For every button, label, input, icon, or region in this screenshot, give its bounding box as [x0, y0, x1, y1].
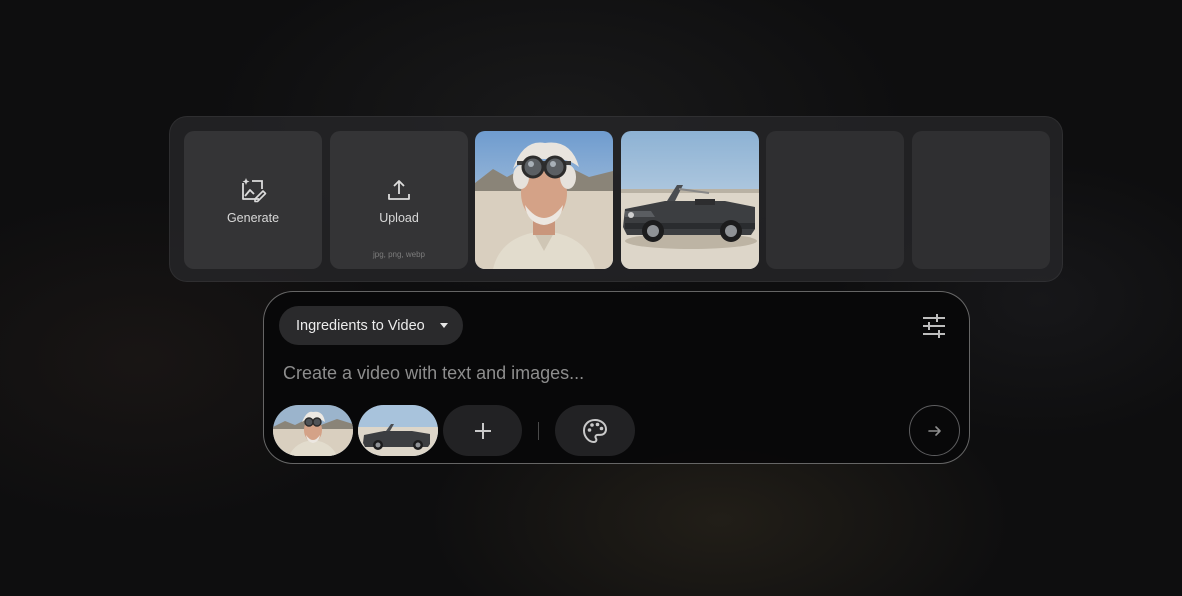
palette-icon — [583, 418, 607, 443]
convertible-car-image — [621, 131, 759, 269]
upload-icon — [388, 180, 410, 200]
sliders-icon[interactable] — [920, 312, 948, 340]
prompt-composer: Ingredients to Video — [263, 291, 970, 464]
car-thumbnail — [358, 405, 438, 456]
image-sparkle-edit-icon — [242, 178, 267, 203]
prompt-input[interactable] — [283, 359, 843, 387]
arrow-right-icon — [927, 425, 941, 436]
upload-tile-content: Upload — [330, 131, 468, 269]
man-with-goggles-image — [475, 131, 613, 269]
mode-dropdown[interactable]: Ingredients to Video — [279, 306, 463, 345]
ingredients-tray: Generate Upload jpg, png, webp — [169, 116, 1063, 282]
generate-label: Generate — [226, 211, 280, 225]
ingredient-image-car[interactable] — [621, 131, 759, 269]
upload-label: Upload — [379, 211, 419, 225]
generate-tile-content: Generate — [184, 131, 322, 269]
upload-tile[interactable]: Upload jpg, png, webp — [330, 131, 468, 269]
attached-image-car[interactable] — [358, 405, 438, 456]
upload-formats: jpg, png, webp — [372, 250, 426, 259]
empty-slot[interactable] — [766, 131, 904, 269]
mode-label: Ingredients to Video — [296, 317, 425, 334]
empty-slot[interactable] — [912, 131, 1050, 269]
ingredient-image-man[interactable] — [475, 131, 613, 269]
attached-image-man[interactable] — [273, 405, 353, 456]
plus-icon — [474, 422, 491, 439]
caret-down-icon — [440, 323, 448, 328]
toolbar-divider — [538, 422, 539, 440]
submit-button[interactable] — [909, 405, 960, 456]
generate-tile[interactable]: Generate — [184, 131, 322, 269]
style-button[interactable] — [555, 405, 635, 456]
add-ingredient-button[interactable] — [443, 405, 522, 456]
man-thumbnail — [273, 405, 353, 456]
